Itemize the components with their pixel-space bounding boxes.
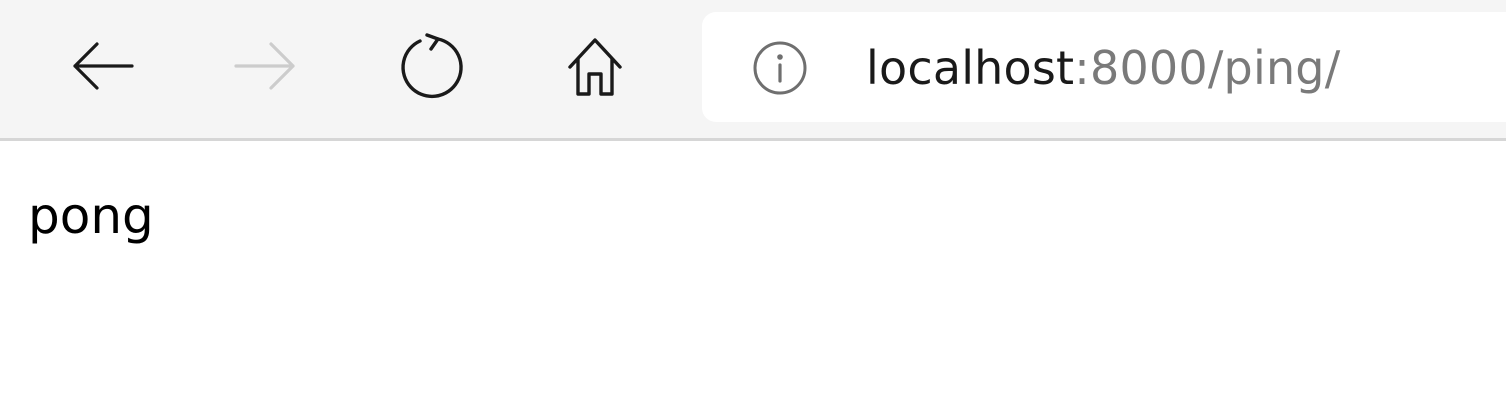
- page-body-text: pong: [28, 187, 154, 245]
- home-icon: [568, 38, 622, 96]
- url-text[interactable]: localhost:8000/ping/: [866, 38, 1340, 98]
- arrow-left-icon: [73, 42, 134, 90]
- arrow-right-icon: [234, 42, 295, 90]
- reload-button[interactable]: [395, 30, 467, 102]
- site-info-button[interactable]: [752, 40, 808, 96]
- browser-window: localhost:8000/ping/ pong: [0, 0, 1506, 400]
- url-host: localhost: [866, 41, 1075, 95]
- home-button[interactable]: [559, 30, 631, 102]
- toolbar-divider: [0, 138, 1506, 141]
- forward-button[interactable]: [230, 30, 302, 102]
- back-button[interactable]: [66, 30, 138, 102]
- url-port-path: :8000/ping/: [1074, 41, 1341, 95]
- reload-icon: [401, 33, 463, 99]
- browser-toolbar: localhost:8000/ping/: [0, 0, 1506, 138]
- info-icon: [753, 41, 807, 95]
